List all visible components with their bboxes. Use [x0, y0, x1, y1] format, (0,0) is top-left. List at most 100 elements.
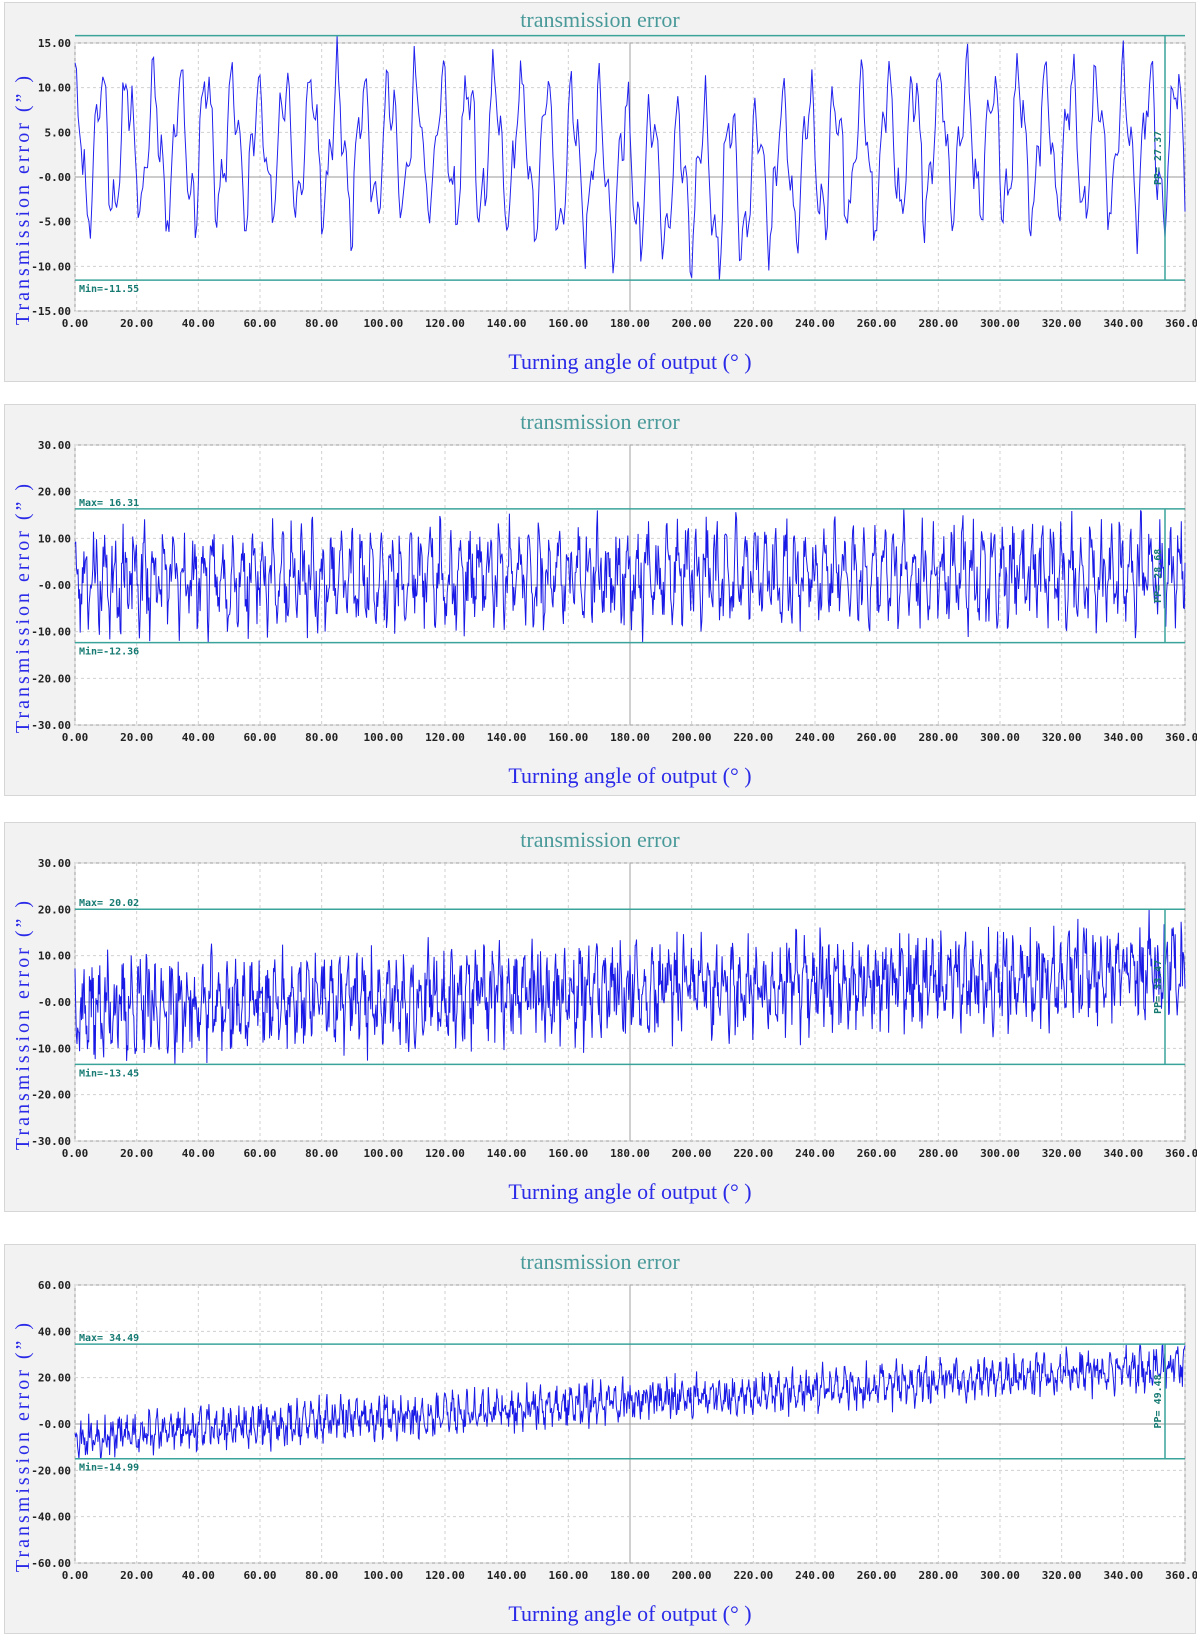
- y-tick-label: -0.00: [38, 1418, 71, 1431]
- x-tick-label: 240.00: [795, 317, 835, 330]
- x-tick-label: 80.00: [305, 317, 338, 330]
- x-tick-label: 260.00: [857, 731, 897, 744]
- x-tick-label: 220.00: [733, 1147, 773, 1160]
- y-tick-label: 60.00: [38, 1279, 71, 1292]
- x-tick-label: 140.00: [487, 1147, 527, 1160]
- x-tick-label: 360.00: [1165, 731, 1197, 744]
- x-tick-label: 60.00: [243, 1569, 276, 1582]
- y-axis-label: Transmission error (” ): [12, 1320, 34, 1572]
- x-tick-label: 40.00: [182, 731, 215, 744]
- y-tick-label: -20.00: [31, 1464, 71, 1477]
- x-tick-label: 320.00: [1042, 317, 1082, 330]
- x-tick-label: 340.00: [1103, 731, 1143, 744]
- pp-annotation: PP= 49.48: [1153, 1374, 1164, 1428]
- x-tick-label: 280.00: [918, 731, 958, 744]
- x-tick-label: 360.00: [1165, 1147, 1197, 1160]
- y-axis-label: Transmission error (” ): [12, 898, 34, 1150]
- x-tick-label: 340.00: [1103, 317, 1143, 330]
- pp-annotation: PP= 33.47: [1153, 960, 1164, 1014]
- pp-annotation: PP= 28.68: [1153, 549, 1164, 603]
- y-tick-label: -40.00: [31, 1511, 71, 1524]
- x-tick-label: 240.00: [795, 1569, 835, 1582]
- min-annotation: Min=-13.45: [79, 1067, 139, 1079]
- x-tick-label: 280.00: [918, 1147, 958, 1160]
- x-tick-label: 180.00: [610, 1147, 650, 1160]
- x-tick-label: 20.00: [120, 731, 153, 744]
- x-tick-label: 220.00: [733, 731, 773, 744]
- x-tick-label: 360.00: [1165, 1569, 1197, 1582]
- x-tick-label: 160.00: [548, 1569, 588, 1582]
- x-tick-label: 140.00: [487, 731, 527, 744]
- y-tick-label: 40.00: [38, 1325, 71, 1338]
- x-tick-label: 340.00: [1103, 1569, 1143, 1582]
- x-tick-label: 280.00: [918, 317, 958, 330]
- x-tick-label: 320.00: [1042, 1147, 1082, 1160]
- y-tick-label: -20.00: [31, 1089, 71, 1102]
- x-tick-label: 160.00: [548, 317, 588, 330]
- min-annotation: Min=-14.99: [79, 1462, 139, 1474]
- x-tick-label: 20.00: [120, 317, 153, 330]
- x-tick-label: 0.00: [62, 317, 89, 330]
- x-tick-label: 220.00: [733, 1569, 773, 1582]
- x-tick-label: 40.00: [182, 317, 215, 330]
- chart-3-svg: 30.0020.0010.00-0.00-10.00-20.00-30.000.…: [12, 857, 1197, 1204]
- x-tick-label: 240.00: [795, 1147, 835, 1160]
- x-tick-label: 240.00: [795, 731, 835, 744]
- y-axis-label: Transmission error (” ): [12, 481, 34, 733]
- min-annotation: Min=-11.55: [79, 283, 139, 295]
- x-tick-label: 300.00: [980, 1569, 1020, 1582]
- x-tick-label: 320.00: [1042, 731, 1082, 744]
- x-tick-label: 180.00: [610, 731, 650, 744]
- x-tick-label: 260.00: [857, 1147, 897, 1160]
- max-annotation: Max= 34.49: [79, 1333, 139, 1344]
- y-tick-label: 10.00: [38, 532, 71, 545]
- x-tick-label: 180.00: [610, 1569, 650, 1582]
- max-annotation: Max= 20.02: [79, 898, 139, 909]
- x-tick-label: 180.00: [610, 317, 650, 330]
- x-tick-label: 120.00: [425, 1147, 465, 1160]
- x-tick-label: 280.00: [918, 1569, 958, 1582]
- x-tick-label: 20.00: [120, 1569, 153, 1582]
- x-axis-label: Turning angle of output (° ): [508, 349, 751, 374]
- chart-1-svg: 15.0010.005.00-0.00-5.00-10.00-15.000.00…: [12, 34, 1197, 374]
- x-tick-label: 140.00: [487, 1569, 527, 1582]
- x-tick-label: 20.00: [120, 1147, 153, 1160]
- min-annotation: Min=-12.36: [79, 646, 139, 658]
- y-tick-label: 30.00: [38, 439, 71, 452]
- y-tick-label: -10.00: [31, 626, 71, 639]
- x-tick-label: 40.00: [182, 1569, 215, 1582]
- x-tick-label: 60.00: [243, 731, 276, 744]
- x-tick-label: 360.00: [1165, 317, 1197, 330]
- x-tick-label: 200.00: [672, 1569, 712, 1582]
- x-tick-label: 0.00: [62, 1147, 89, 1160]
- y-tick-label: 15.00: [38, 37, 71, 50]
- x-tick-label: 80.00: [305, 1569, 338, 1582]
- x-tick-label: 100.00: [363, 1569, 403, 1582]
- y-tick-label: -0.00: [38, 171, 71, 184]
- x-tick-label: 300.00: [980, 731, 1020, 744]
- x-tick-label: 100.00: [363, 731, 403, 744]
- x-tick-label: 80.00: [305, 731, 338, 744]
- x-tick-label: 100.00: [363, 317, 403, 330]
- chart-panel-4: transmission error 60.00 40.00 20.00 -0.00-…: [4, 1244, 1197, 1634]
- x-tick-label: 200.00: [672, 1147, 712, 1160]
- y-tick-label: -5.00: [38, 216, 71, 229]
- x-tick-label: 80.00: [305, 1147, 338, 1160]
- x-tick-label: 40.00: [182, 1147, 215, 1160]
- x-tick-label: 120.00: [425, 731, 465, 744]
- x-tick-label: 300.00: [980, 317, 1020, 330]
- y-tick-label: -10.00: [31, 260, 71, 273]
- x-axis-label: Turning angle of output (° ): [508, 1179, 751, 1204]
- y-tick-label: -0.00: [38, 996, 71, 1009]
- x-tick-label: 60.00: [243, 317, 276, 330]
- y-tick-label: -20.00: [31, 672, 71, 685]
- x-tick-label: 0.00: [62, 1569, 89, 1582]
- x-axis-label: Turning angle of output (° ): [508, 763, 751, 788]
- x-tick-label: 160.00: [548, 731, 588, 744]
- y-tick-label: 10.00: [38, 950, 71, 963]
- y-tick-label: -0.00: [38, 579, 71, 592]
- chart-panel-1: transmission error 15.00 10.00 5.00 -0.00 -5…: [4, 2, 1197, 382]
- y-tick-label: 20.00: [38, 903, 71, 916]
- x-tick-label: 200.00: [672, 731, 712, 744]
- chart-panel-2: transmission error 30.00 20.00 10.00 -0.00-…: [4, 404, 1197, 796]
